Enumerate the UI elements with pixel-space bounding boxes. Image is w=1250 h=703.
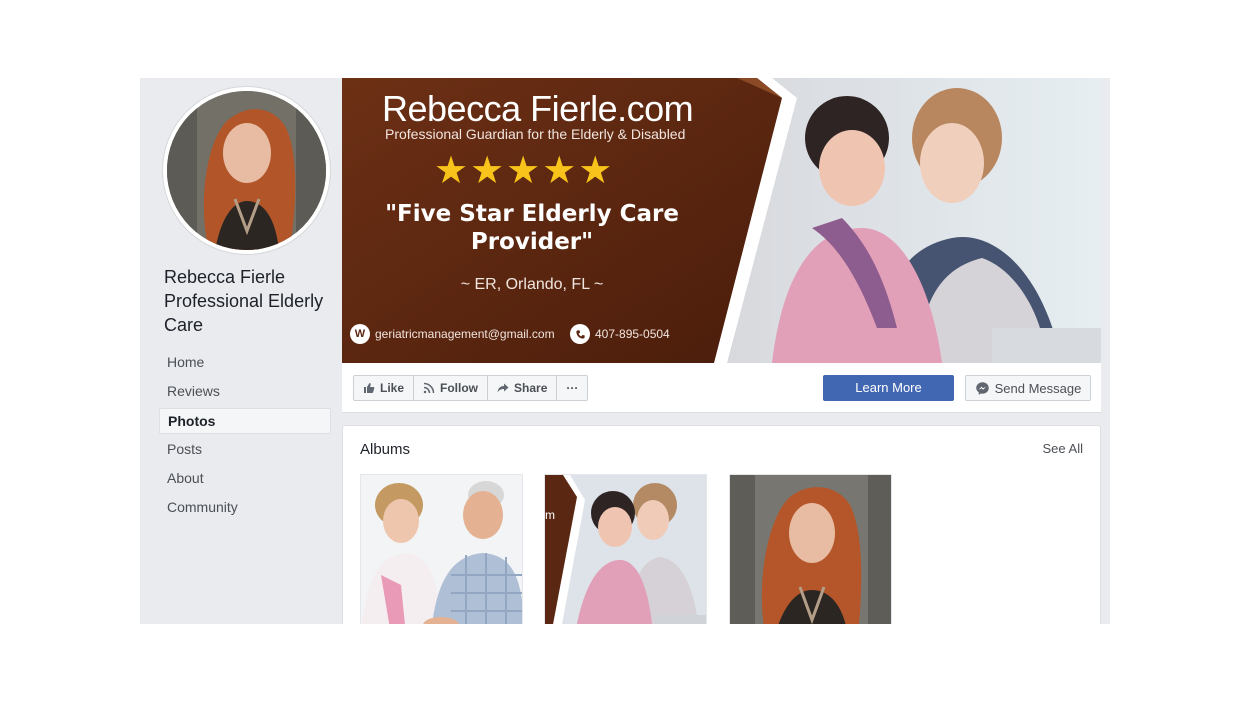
email-icon: W	[350, 324, 370, 344]
sidebar-item-community[interactable]: Community	[159, 495, 331, 524]
facebook-page-frame: Rebecca Fierle Professional Elderly Care…	[140, 78, 1110, 624]
share-button[interactable]: Share	[488, 376, 558, 400]
phone-text: 407-895-0504	[595, 327, 670, 341]
page-title-line: Rebecca Fierle	[164, 267, 286, 287]
cover-email: W geriatricmanagement@gmail.com	[350, 324, 555, 344]
album-thumbnail[interactable]: m	[544, 474, 707, 624]
see-all-link[interactable]: See All	[1043, 441, 1083, 456]
rss-follow-icon	[423, 382, 435, 394]
album-thumbnail[interactable]	[360, 474, 523, 624]
phone-icon	[570, 324, 590, 344]
cover-title: Rebecca Fierle.com	[382, 88, 694, 129]
send-message-label: Send Message	[994, 380, 1082, 396]
page-title: Rebecca Fierle Professional Elderly Care	[164, 265, 340, 337]
sidebar-item-reviews[interactable]: Reviews	[159, 379, 331, 408]
send-message-button[interactable]: Send Message	[965, 375, 1091, 401]
follow-button[interactable]: Follow	[414, 376, 489, 400]
five-star-rating: ★★★★★	[434, 150, 615, 192]
page-title-line: Professional Elderly	[164, 291, 324, 311]
learn-more-button[interactable]: Learn More	[823, 375, 954, 401]
left-sidebar: Rebecca Fierle Professional Elderly Care…	[140, 78, 341, 624]
cover-subtitle: Professional Guardian for the Elderly & …	[385, 126, 686, 142]
like-icon	[364, 383, 375, 393]
sidebar-item-posts[interactable]: Posts	[159, 437, 331, 466]
like-button[interactable]: Like	[354, 376, 415, 400]
profile-avatar[interactable]	[163, 87, 330, 254]
cover-quote: "Five Star Elderly Care Provider"	[385, 201, 679, 255]
follow-label: Follow	[440, 381, 479, 395]
page-action-bar: Like Follow Share ··· Learn More Send Me…	[342, 363, 1101, 413]
albums-heading: Albums	[360, 441, 411, 458]
cover-photo[interactable]: Rebecca Fierle.com Professional Guardian…	[342, 78, 1101, 363]
sidebar-item-home[interactable]: Home	[159, 350, 331, 379]
sidebar-item-about[interactable]: About	[159, 466, 331, 495]
svg-text:m: m	[545, 508, 555, 522]
album-thumbnail[interactable]	[729, 474, 892, 624]
page-button-group: Like Follow Share ···	[353, 375, 589, 401]
email-text: geriatricmanagement@gmail.com	[375, 327, 555, 341]
messenger-icon	[975, 381, 989, 395]
like-label: Like	[380, 381, 405, 395]
more-button[interactable]: ···	[557, 376, 587, 400]
share-label: Share	[514, 381, 548, 395]
cover-location: ~ ER, Orlando, FL ~	[460, 276, 604, 293]
share-arrow-icon	[497, 383, 509, 393]
albums-section: Albums See All m	[342, 425, 1101, 624]
page-nav: Home Reviews Photos Posts About Communit…	[159, 350, 331, 524]
sidebar-item-photos[interactable]: Photos	[159, 408, 331, 434]
cover-phone: 407-895-0504	[570, 324, 670, 344]
page-title-line: Care	[164, 315, 204, 335]
